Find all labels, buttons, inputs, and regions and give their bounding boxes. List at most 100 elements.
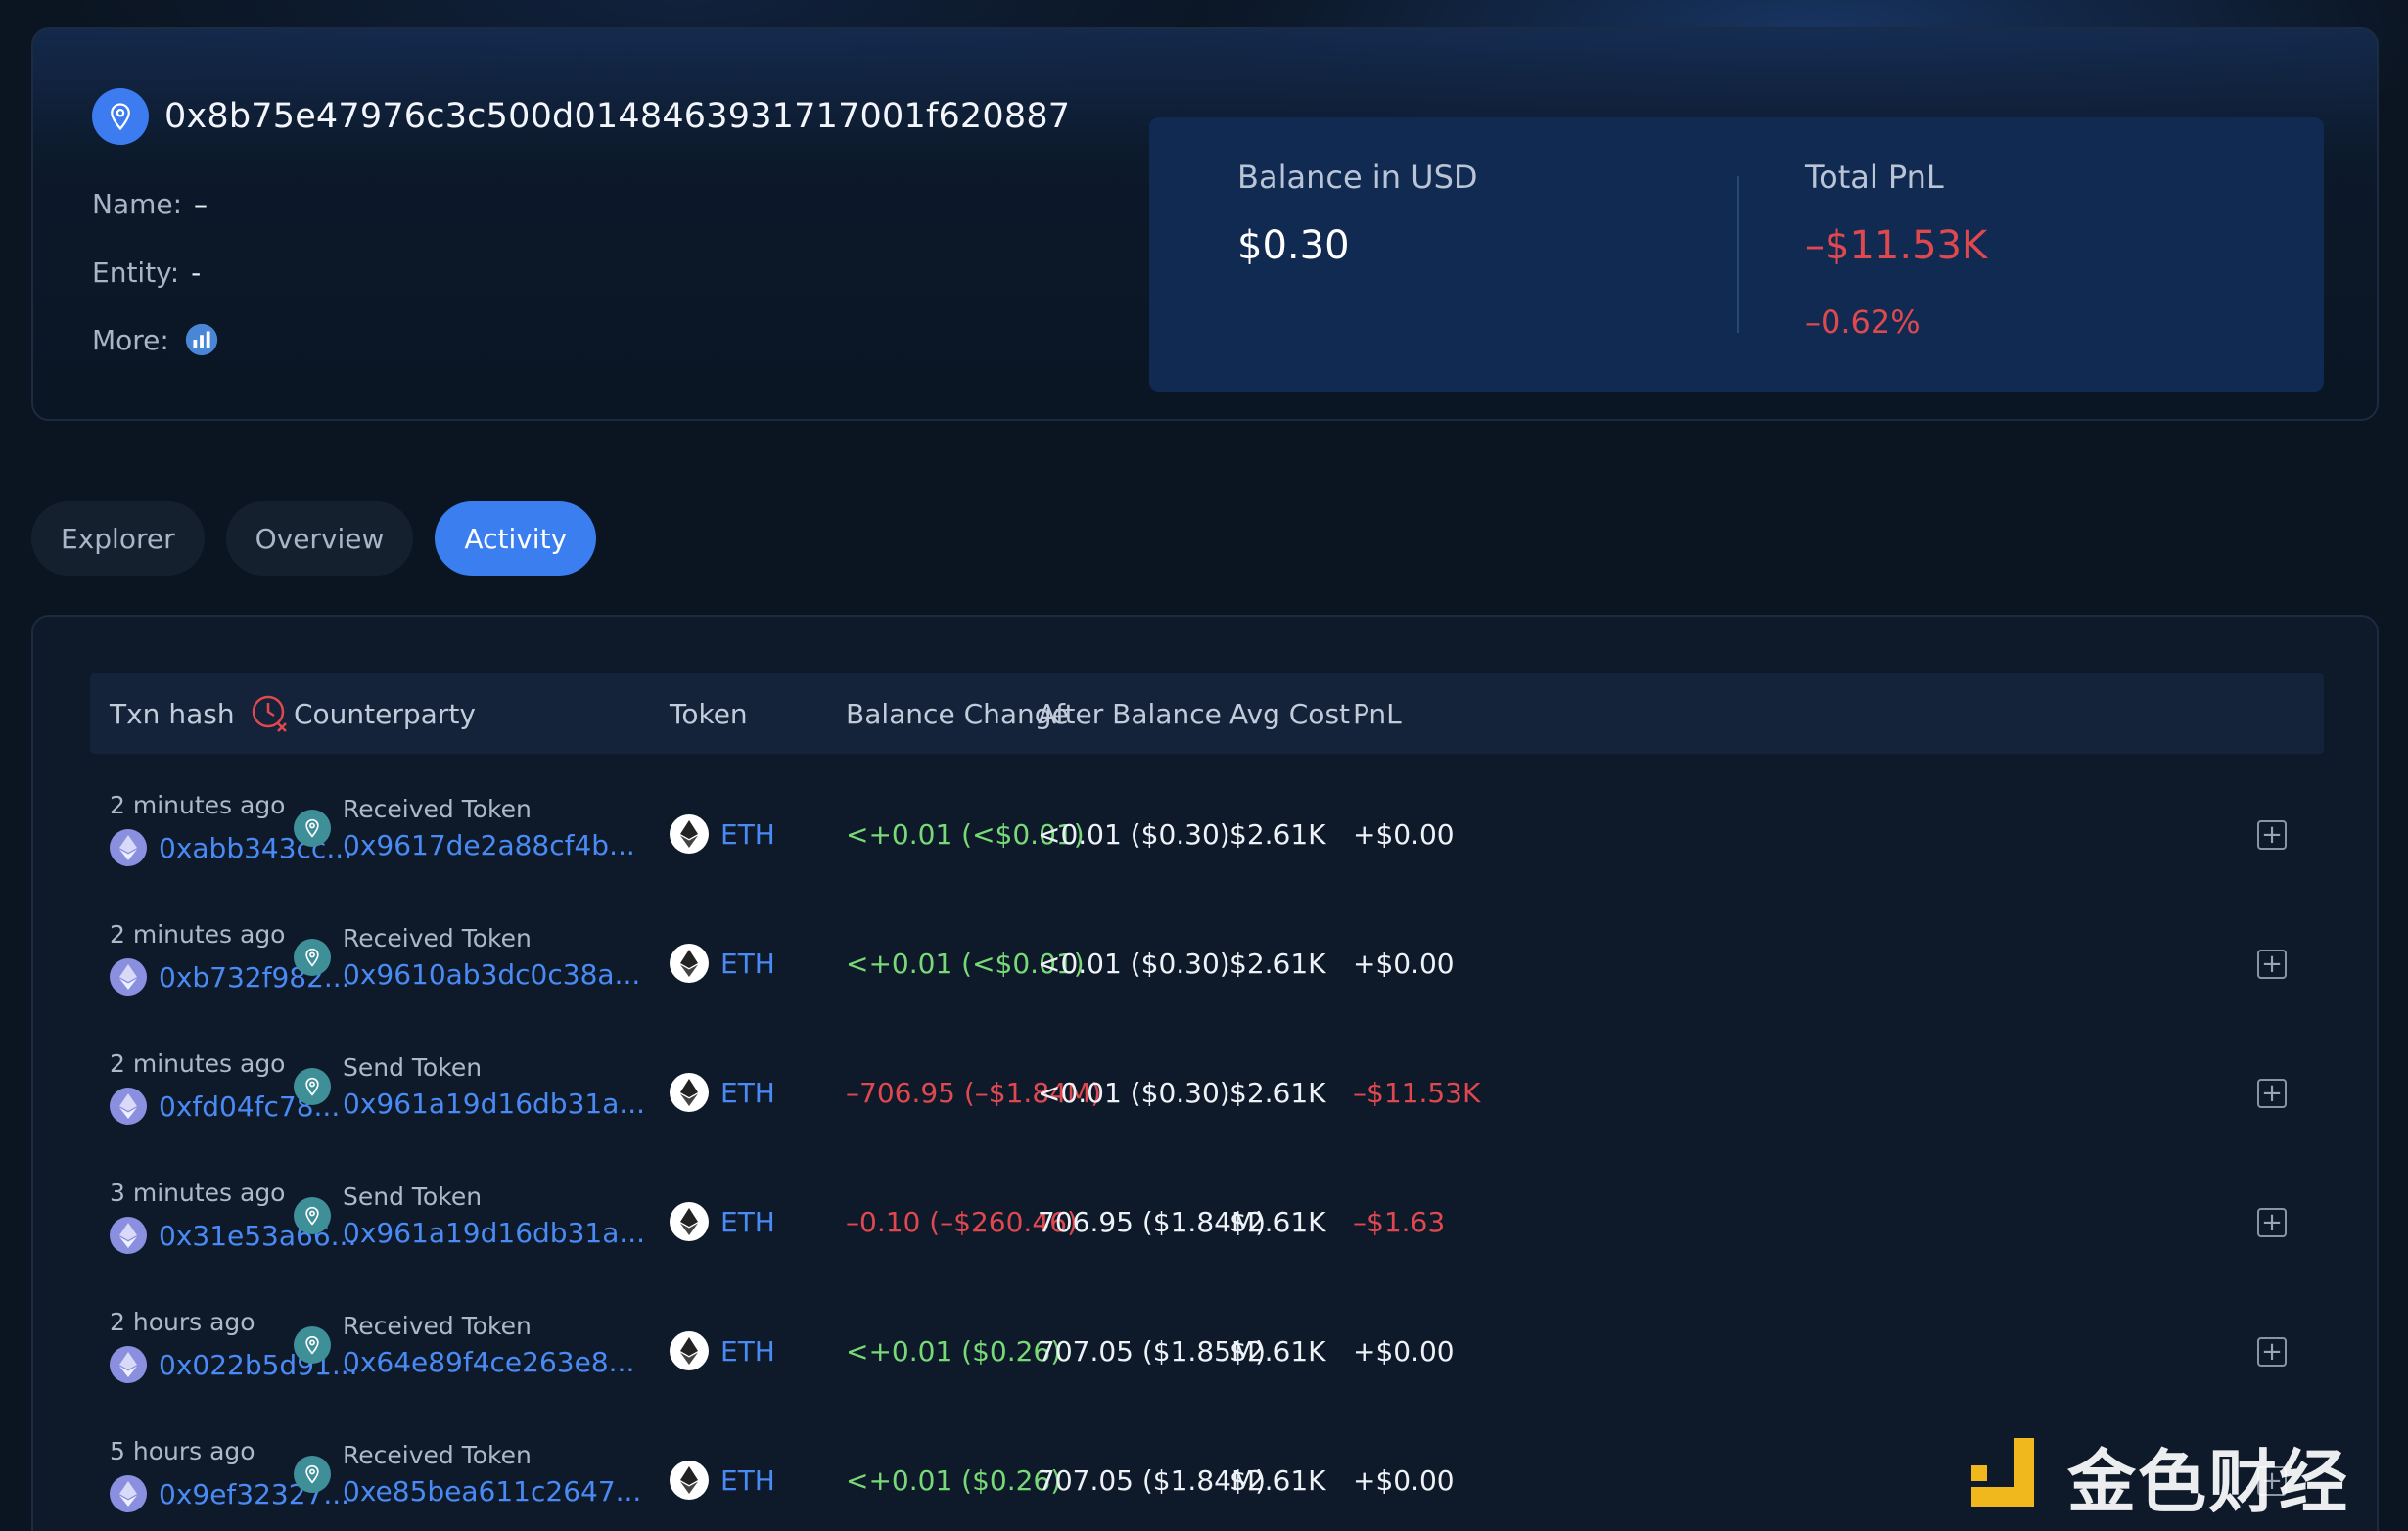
expand-row-button[interactable]: + [2257,820,2287,850]
ethereum-icon [670,814,709,854]
counterparty-type: Received Token [343,1441,532,1469]
tab-activity[interactable]: Activity [435,501,597,576]
total-pnl-percent: –0.62% [1805,303,1921,341]
counterparty-type: Send Token [343,1183,483,1211]
header-txn-hash-label: Txn hash [110,697,235,730]
ethereum-icon [670,1073,709,1112]
table-row[interactable]: 2 minutes ago 0xb732f982... Received Tok… [90,901,2324,1030]
balance-usd-label: Balance in USD [1237,159,1478,196]
counterparty-cell: Received Token 0x9617de2a88cf4b... [294,795,635,861]
header-after-balance: After Balance [1038,697,1222,730]
balance-change-value: <+0.01 ($0.26) [846,1335,1062,1368]
pnl-value: +$0.00 [1353,948,1455,980]
tab-bar: Explorer Overview Activity [31,501,597,576]
name-label: Name: [92,188,183,220]
address-row: 0x8b75e47976c3c500d0148463931717001f6208… [92,88,1070,145]
header-counterparty: Counterparty [294,697,476,730]
token-symbol-link[interactable]: ETH [720,818,775,851]
after-balance-value: <0.01 ($0.30) [1038,1077,1230,1109]
balance-panel: Balance in USD $0.30 Total PnL –$11.53K … [1149,117,2324,392]
counterparty-address-link[interactable]: 0x961a19d16db31a... [343,1217,645,1249]
counterparty-type: Received Token [343,1312,532,1340]
eth-chain-icon [110,1346,147,1383]
pnl-value: –$11.53K [1353,1077,1481,1109]
table-row[interactable]: 2 hours ago 0x022b5d91... Received Token… [90,1288,2324,1417]
expand-row-button[interactable]: + [2257,1337,2287,1367]
token-symbol-link[interactable]: ETH [720,1335,775,1368]
header-token: Token [670,697,748,730]
clock-filter-icon[interactable] [249,691,294,736]
more-row: More: [92,321,220,358]
location-pin-icon [294,1456,331,1493]
token-cell: ETH [670,1202,775,1241]
header-balance-change: Balance Change [846,697,1069,730]
watermark-logo: 金色财经 [1968,1427,2349,1526]
counterparty-type: Received Token [343,924,532,952]
counterparty-cell: Received Token 0x64e89f4ce263e8... [294,1312,634,1378]
expand-row-button[interactable]: + [2257,950,2287,979]
address-pin-icon [92,88,149,145]
after-balance-value: <0.01 ($0.30) [1038,948,1230,980]
eth-chain-icon [110,958,147,996]
counterparty-cell: Send Token 0x961a19d16db31a... [294,1053,645,1120]
location-pin-icon [294,1068,331,1105]
more-label: More: [92,323,169,356]
counterparty-address-link[interactable]: 0xe85bea611c2647... [343,1475,641,1508]
token-symbol-link[interactable]: ETH [720,948,775,980]
entity-label: Entity: [92,256,180,289]
location-pin-icon [294,1326,331,1364]
token-cell: ETH [670,814,775,854]
counterparty-cell: Received Token 0x9610ab3dc0c38a... [294,924,640,991]
counterparty-address-link[interactable]: 0x9617de2a88cf4b... [343,829,635,861]
eth-chain-icon [110,1475,147,1512]
entity-row: Entity: - [92,256,201,289]
pnl-value: –$1.63 [1353,1206,1446,1238]
tab-explorer[interactable]: Explorer [31,501,205,576]
expand-row-button[interactable]: + [2257,1208,2287,1237]
counterparty-type: Received Token [343,795,532,823]
pnl-value: +$0.00 [1353,1464,1455,1497]
avg-cost-value: $2.61K [1229,948,1326,980]
name-value: – [194,188,208,220]
token-cell: ETH [670,1331,775,1370]
counterparty-address-link[interactable]: 0x961a19d16db31a... [343,1088,645,1120]
avg-cost-value: $2.61K [1229,1206,1326,1238]
avg-cost-value: $2.61K [1229,1077,1326,1109]
table-row[interactable]: 2 minutes ago 0xabb343cc... Received Tok… [90,771,2324,901]
eth-chain-icon [110,1088,147,1125]
tab-overview[interactable]: Overview [225,501,414,576]
avg-cost-value: $2.61K [1229,1464,1326,1497]
location-pin-icon [294,1197,331,1234]
ethereum-icon [670,944,709,983]
expand-row-button[interactable]: + [2257,1079,2287,1108]
chart-analytics-icon[interactable] [183,321,220,358]
avg-cost-value: $2.61K [1229,1335,1326,1368]
header-avg-cost: Avg Cost [1229,697,1351,730]
token-cell: ETH [670,1073,775,1112]
wallet-address[interactable]: 0x8b75e47976c3c500d0148463931717001f6208… [164,97,1070,136]
token-symbol-link[interactable]: ETH [720,1206,775,1238]
table-row[interactable]: 2 minutes ago 0xfd04fc78... Send Token 0… [90,1030,2324,1159]
entity-value: - [191,256,202,289]
header-txn-hash: Txn hash [110,673,294,754]
eth-chain-icon [110,829,147,866]
ethereum-icon [670,1331,709,1370]
counterparty-address-link[interactable]: 0x9610ab3dc0c38a... [343,958,640,991]
balance-change-value: <+0.01 ($0.26) [846,1464,1062,1497]
ethereum-icon [670,1461,709,1500]
token-symbol-link[interactable]: ETH [720,1464,775,1497]
avg-cost-value: $2.61K [1229,818,1326,851]
token-symbol-link[interactable]: ETH [720,1077,775,1109]
token-cell: ETH [670,1461,775,1500]
ethereum-icon [670,1202,709,1241]
address-header-card: 0x8b75e47976c3c500d0148463931717001f6208… [31,27,2379,421]
watermark-text: 金色财经 [2067,1442,2349,1522]
location-pin-icon [294,939,331,976]
total-pnl-label: Total PnL [1805,159,1944,196]
name-row: Name: – [92,188,208,220]
counterparty-address-link[interactable]: 0x64e89f4ce263e8... [343,1346,634,1378]
panel-divider [1737,176,1739,333]
total-pnl-value: –$11.53K [1805,223,1988,268]
location-pin-icon [294,810,331,847]
table-row[interactable]: 3 minutes ago 0x31e53a66... Send Token 0… [90,1159,2324,1288]
